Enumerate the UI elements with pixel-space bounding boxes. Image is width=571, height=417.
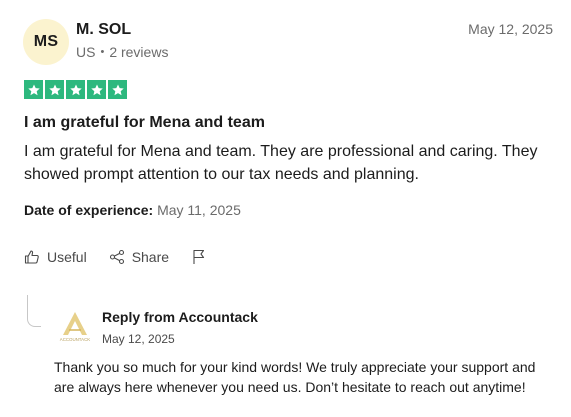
share-button[interactable]: Share [109, 249, 169, 265]
reply-date: May 12, 2025 [102, 332, 175, 346]
accountack-logo: ACCOUNTACK [60, 312, 90, 342]
star-icon [108, 80, 127, 99]
logo-wordmark: ACCOUNTACK [60, 337, 90, 342]
review-date: May 12, 2025 [468, 21, 553, 37]
date-of-experience: Date of experience: May 11, 2025 [24, 202, 241, 218]
report-button[interactable] [191, 249, 207, 265]
reviewer-country: US [76, 44, 96, 60]
thumbs-up-icon [24, 250, 39, 264]
star-icon [87, 80, 106, 99]
reviewer-name[interactable]: M. SOL [76, 21, 131, 39]
share-icon [109, 249, 124, 265]
separator-dot: • [100, 46, 105, 58]
useful-button[interactable]: Useful [24, 249, 87, 265]
date-of-experience-value: May 11, 2025 [157, 202, 241, 218]
useful-label: Useful [47, 249, 87, 265]
date-of-experience-label: Date of experience: [24, 202, 154, 218]
reviewer-review-count: 2 reviews [109, 44, 169, 60]
review-body: I am grateful for Mena and team. They ar… [24, 143, 538, 183]
star-icon [45, 80, 64, 99]
review-actions: Useful Share [24, 249, 229, 265]
reviewer-meta: US • 2 reviews [76, 44, 168, 60]
star-icon [66, 80, 85, 99]
avatar[interactable]: MS [23, 19, 69, 65]
flag-icon [193, 249, 205, 264]
star-icon [24, 80, 43, 99]
star-rating [24, 80, 127, 99]
reply-connector [27, 295, 41, 327]
review-title[interactable]: I am grateful for Mena and team [24, 114, 265, 132]
reply-text: Thank you so much for your kind words! W… [54, 359, 536, 395]
share-label: Share [131, 249, 170, 265]
reply-from: Reply from Accountack [102, 309, 258, 325]
